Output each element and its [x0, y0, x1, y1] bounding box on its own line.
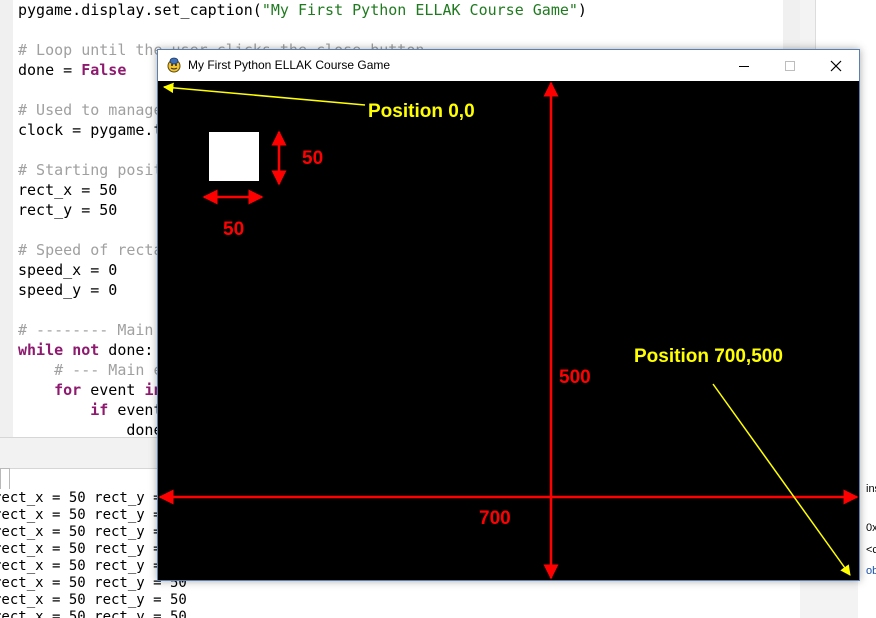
- inspector-tab-label[interactable]: ins: [866, 483, 876, 495]
- editor-gutter: [0, 0, 13, 437]
- code-token: rect_x = 50: [18, 181, 118, 199]
- inspector-line: <c: [866, 544, 876, 556]
- code-token: False: [81, 61, 127, 79]
- window-title: My First Python ELLAK Course Game: [188, 58, 391, 72]
- end-pointer-arrow: [712, 383, 851, 576]
- inspector-line: 0x: [866, 522, 876, 534]
- pygame-window[interactable]: My First Python ELLAK Course Game Positi…: [157, 49, 860, 581]
- maximize-icon: [785, 60, 795, 71]
- canvas-width-label: 700: [479, 508, 511, 529]
- rect-height-label: 50: [302, 148, 324, 169]
- code-token: for: [54, 381, 82, 399]
- code-line: rect_y = 50: [18, 200, 117, 220]
- white-rectangle: [209, 132, 259, 181]
- origin-pointer-arrow: [162, 82, 366, 106]
- code-line: rect_x = 50: [18, 180, 117, 200]
- code-token: ): [577, 1, 587, 19]
- code-line: speed_x = 0: [18, 260, 117, 280]
- pygame-snake-icon: [166, 57, 182, 73]
- maximize-button[interactable]: [767, 50, 813, 81]
- code-token: done =: [18, 61, 82, 79]
- code-line: pygame.display.set_caption("My First Pyt…: [18, 0, 587, 20]
- code-token: speed_y = 0: [18, 281, 118, 299]
- code-token: while: [18, 341, 64, 359]
- canvas-height-label: 500: [559, 367, 591, 388]
- console-line: rect_x = 50 rect_y = 50: [0, 592, 187, 608]
- inspector-line: ob: [866, 565, 876, 577]
- end-position-label: Position 700,500: [634, 346, 783, 367]
- inspector-panel: ins 0x <c ob: [858, 468, 876, 618]
- code-token: speed_x = 0: [18, 261, 118, 279]
- code-token: not: [72, 341, 100, 359]
- code-token: pygame.display.set_caption(: [18, 1, 262, 19]
- code-token: event: [81, 381, 145, 399]
- rect-width-label: 50: [223, 219, 245, 240]
- close-icon: [830, 60, 842, 71]
- title-bar[interactable]: My First Python ELLAK Course Game: [158, 50, 859, 81]
- code-line: done = False: [18, 60, 126, 80]
- code-token: "My First Python ELLAK Course Game": [261, 1, 578, 19]
- console-line: rect_x = 50 rect_y = 50: [0, 609, 187, 618]
- close-button[interactable]: [813, 50, 859, 81]
- minimize-button[interactable]: [721, 50, 767, 81]
- code-line: while not done:: [18, 340, 153, 360]
- minimize-icon: [739, 65, 749, 67]
- canvas-drawing: [158, 81, 859, 580]
- code-token: if: [90, 401, 109, 419]
- code-token: done:: [99, 341, 154, 359]
- origin-position-label: Position 0,0: [368, 101, 475, 122]
- game-canvas[interactable]: Position 0,0 Position 700,500 50 50 500 …: [158, 81, 859, 580]
- code-token: rect_y = 50: [18, 201, 118, 219]
- code-line: speed_y = 0: [18, 280, 117, 300]
